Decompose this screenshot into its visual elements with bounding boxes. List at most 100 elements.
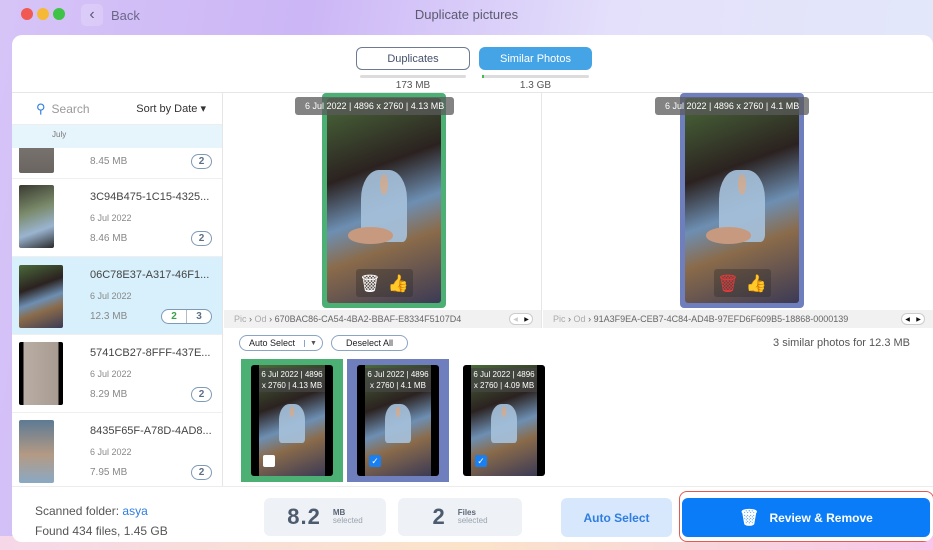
item-size: 8.29 MB [90, 389, 128, 400]
selected-files-value: 2 [432, 504, 446, 529]
trash-icon: 🗑 [739, 509, 760, 527]
review-remove-label: Review & Remove [769, 510, 873, 525]
auto-select-label[interactable]: Auto Select [240, 338, 304, 348]
auto-select-button[interactable]: Auto Select [561, 498, 672, 537]
item-date: 6 Jul 2022 [90, 369, 132, 379]
thumbnail-card[interactable]: 6 Jul 2022 | 4896 x 2760 | 4.09 MB ✓ [453, 359, 555, 482]
title-bar: ‹ Back Duplicate pictures [0, 0, 933, 30]
path-separator: › [249, 314, 253, 324]
thumbnail-meta: 6 Jul 2022 | 4896 x 2760 | 4.13 MB [259, 368, 325, 392]
photo-actions: 🗑 👍 [713, 269, 771, 297]
item-date: 6 Jul 2022 [90, 213, 132, 223]
path-separator: › [568, 314, 572, 324]
photo-frame-keep[interactable]: 🗑 👍 [322, 93, 446, 308]
item-name: 3C94B475-1C15-4325... [90, 191, 210, 203]
trash-icon[interactable]: 🗑 [717, 275, 739, 292]
path-scroll-control[interactable]: ◀ ▶ [509, 313, 533, 325]
main-window: Duplicates Similar Photos 173 MB 1.3 GB … [12, 35, 933, 542]
selected-size-value: 8.2 [287, 504, 321, 529]
path-separator: › [588, 314, 592, 324]
selected-files-stat: 2 Files selected [398, 498, 522, 536]
review-remove-button[interactable]: 🗑 Review & Remove [682, 498, 930, 537]
scanned-label: Scanned folder: [35, 504, 120, 518]
select-checkbox-checked[interactable]: ✓ [475, 455, 487, 467]
path-segment: Od [573, 314, 586, 324]
thumbnail [19, 265, 63, 328]
list-item[interactable]: 8435F65F-A78D-4AD8... 6 Jul 2022 7.95 MB… [12, 413, 222, 486]
item-size: 8.45 MB [90, 156, 128, 167]
item-size: 12.3 MB [90, 311, 128, 322]
thumbnail-meta: 6 Jul 2022 | 4896 x 2760 | 4.1 MB [365, 368, 431, 392]
thumbnail-image: 6 Jul 2022 | 4896 x 2760 | 4.09 MB ✓ [463, 365, 545, 476]
list-item-selected[interactable]: 06C78E37-A317-46F1... 6 Jul 2022 12.3 MB… [12, 257, 222, 335]
item-size: 8.46 MB [90, 233, 128, 244]
file-path: Pic › Od › 91A3F9EA-CEB7-4C84-AD4B-97EFD… [543, 310, 933, 328]
footer-bar: Scanned folder: asya Found 434 files, 1.… [12, 486, 933, 542]
thumbs-up-icon[interactable]: 👍 [388, 275, 409, 292]
photo-meta: 6 Jul 2022 | 4896 x 2760 | 4.13 MB [295, 97, 455, 115]
group-summary: 3 similar photos for 12.3 MB [773, 337, 910, 349]
group-toolbar: Auto Select ▼ Deselect All [239, 335, 408, 351]
search-icon: ⚲ [36, 100, 46, 116]
select-checkbox[interactable] [263, 455, 275, 467]
count-badge: 2 [191, 154, 212, 169]
duplicates-size: 173 MB [395, 80, 431, 91]
sort-label: Sort by Date [136, 103, 198, 115]
deselect-all-button[interactable]: Deselect All [330, 335, 408, 351]
selection-badge: 2 3 [161, 309, 212, 324]
item-size: 7.95 MB [90, 467, 128, 478]
thumbnail [19, 148, 54, 173]
photo-preview: 🗑 👍 [327, 98, 441, 303]
sidebar-header: ⚲ Search Sort by Date ▾ [12, 93, 222, 125]
list-item[interactable]: 8.45 MB 2 [12, 148, 222, 179]
thumbnail [19, 185, 54, 248]
group-thumbnails: 6 Jul 2022 | 4896 x 2760 | 4.13 MB 6 Jul… [241, 359, 555, 482]
total-count: 3 [196, 311, 202, 322]
count-badge: 2 [191, 387, 212, 402]
duplicates-progress-bar [360, 75, 466, 78]
item-date: 6 Jul 2022 [90, 447, 132, 457]
photo-actions: 🗑 👍 [355, 269, 413, 297]
window-title: Duplicate pictures [414, 7, 519, 22]
sort-dropdown[interactable]: Sort by Date ▾ [136, 102, 206, 115]
file-path: Pic › Od › 670BAC86-CA54-4BA2-BBAF-E8334… [224, 310, 541, 328]
count-badge: 2 [191, 231, 212, 246]
similar-size: 1.3 GB [519, 80, 552, 91]
select-checkbox-checked[interactable]: ✓ [369, 455, 381, 467]
list-item[interactable]: 5741CB27-8FFF-437E... 6 Jul 2022 8.29 MB… [12, 335, 222, 413]
compare-pane-right: 6 Jul 2022 | 4896 x 2760 | 4.1 MB 🗑 👍 Pi… [543, 93, 933, 328]
selected-count: 2 [162, 310, 187, 323]
path-filename: 670BAC86-CA54-4BA2-BBAF-E8334F5107D4 [274, 314, 462, 324]
path-scroll-control[interactable]: ◀ ▶ [901, 313, 925, 325]
thumbs-up-outline-icon[interactable]: 👍 [746, 275, 767, 292]
similar-progress-bar [482, 75, 589, 78]
path-segment: Pic [553, 314, 566, 324]
photo-preview: 🗑 👍 [685, 98, 799, 303]
photo-frame-remove[interactable]: 🗑 👍 [680, 93, 804, 308]
thumbnail-card[interactable]: 6 Jul 2022 | 4896 x 2760 | 4.13 MB [241, 359, 343, 482]
path-filename: 91A3F9EA-CEB7-4C84-AD4B-97EFD6F609B5-188… [593, 314, 849, 324]
item-name: 5741CB27-8FFF-437E... [90, 347, 211, 359]
selected-size-sub: selected [332, 516, 363, 525]
scan-info: Scanned folder: asya Found 434 files, 1.… [35, 501, 168, 541]
selected-files-sub: selected [457, 516, 488, 525]
auto-select-split-button[interactable]: Auto Select ▼ [239, 335, 323, 351]
search-input[interactable]: ⚲ Search [36, 101, 90, 117]
item-name: 8435F65F-A78D-4AD8... [90, 425, 212, 437]
selected-size-stat: 8.2 MB selected [264, 498, 386, 536]
chevron-down-icon[interactable]: ▼ [304, 339, 322, 347]
found-summary: Found 434 files, 1.45 GB [35, 524, 168, 538]
item-date: 6 Jul 2022 [90, 291, 132, 301]
item-name: 06C78E37-A317-46F1... [90, 269, 210, 281]
scanned-folder-link[interactable]: asya [122, 504, 147, 518]
thumbnail-card[interactable]: 6 Jul 2022 | 4896 x 2760 | 4.1 MB ✓ [347, 359, 449, 482]
count-badge: 2 [191, 465, 212, 480]
list-item[interactable]: 3C94B475-1C15-4325... 6 Jul 2022 8.46 MB… [12, 179, 222, 257]
tab-similar-photos[interactable]: Similar Photos [479, 47, 592, 70]
photo-meta: 6 Jul 2022 | 4896 x 2760 | 4.1 MB [655, 97, 810, 115]
thumbnail-image: 6 Jul 2022 | 4896 x 2760 | 4.1 MB ✓ [357, 365, 439, 476]
path-segment: Pic [234, 314, 247, 324]
trash-icon[interactable]: 🗑 [359, 275, 381, 292]
thumbnail [19, 420, 54, 483]
tab-duplicates[interactable]: Duplicates [356, 47, 470, 70]
